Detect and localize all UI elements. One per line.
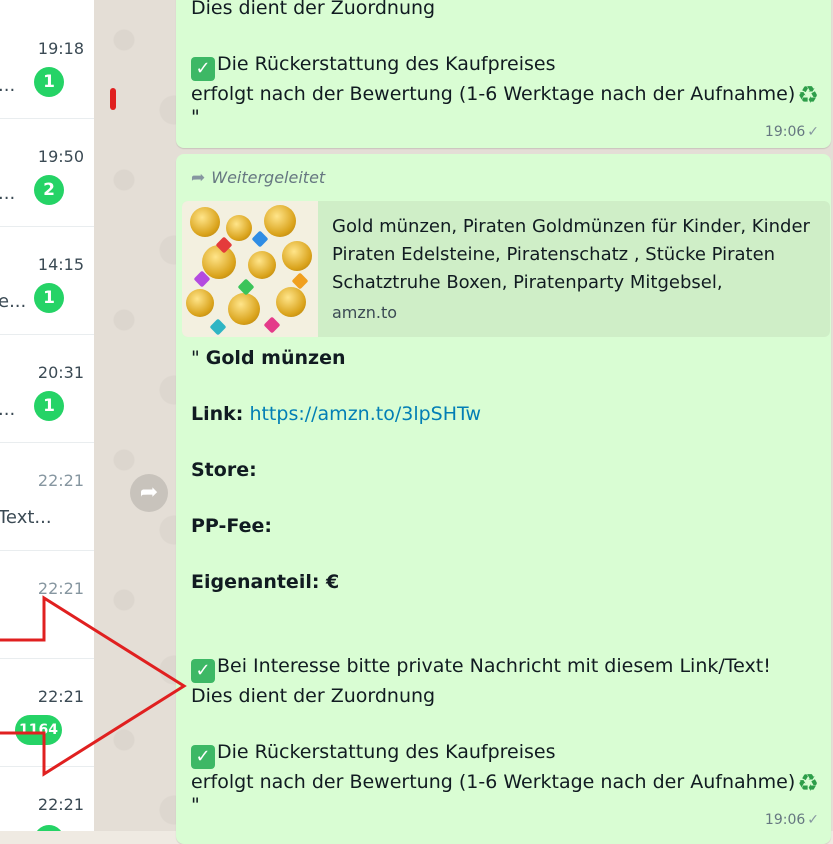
eigenanteil-line: Eigenanteil: € — [191, 571, 340, 593]
message-time: 19:06 — [764, 124, 806, 140]
message-line: Dies dient der Zuordnung — [191, 685, 436, 707]
store-line: Store: — [191, 459, 257, 481]
chat-time: 14:15 — [37, 255, 84, 274]
message-line: ✓ Die Rückerstattung des Kaufpreises — [191, 49, 555, 81]
recycle-icon: ♻ — [797, 769, 819, 797]
chat-time: 19:50 — [37, 147, 84, 166]
annotation-marker — [110, 88, 116, 110]
chat-list-item[interactable]: 22:21 — [0, 551, 94, 659]
chat-list-item[interactable]: 14:15 e... 1 — [0, 227, 94, 335]
message-bubble[interactable]: Dies dient der Zuordnung ✓ Die Rückerstat… — [176, 0, 831, 148]
unread-badge: 1 — [34, 391, 64, 421]
message-line: " — [191, 794, 200, 816]
recycle-icon: ♻ — [797, 81, 819, 109]
chat-time: 22:21 — [37, 795, 84, 814]
forwarded-label: ➦ Weitergeleitet — [191, 168, 326, 188]
chat-list-item[interactable]: 20:31 ... 1 — [0, 335, 94, 443]
chat-time: 19:18 — [37, 39, 84, 58]
forward-button[interactable]: ➦ — [130, 474, 168, 512]
chat-list: 19:18 ... 1 19:50 ... 2 14:15 e... 1 20:… — [0, 0, 94, 831]
unread-badge: 1 — [34, 283, 64, 313]
message-meta: 19:06 ✓ — [765, 124, 819, 140]
chat-snippet: ... — [0, 183, 16, 204]
product-line: " Gold münzen — [191, 347, 346, 369]
message-meta: 19:06 ✓ — [765, 812, 819, 828]
link-line: Link: https://amzn.to/3lpSHTw — [191, 399, 481, 429]
chat-snippet: ... — [0, 399, 16, 420]
chat-time: 22:21 — [37, 687, 84, 706]
preview-host: amzn.to — [332, 303, 398, 322]
chat-time: 20:31 — [37, 363, 84, 382]
preview-title: Gold münzen, Piraten Goldmünzen für Kind… — [332, 216, 810, 293]
chat-list-item[interactable]: 22:21 1164 — [0, 659, 94, 767]
forward-arrow-icon: ➦ — [139, 480, 159, 505]
unread-badge: 2 — [34, 175, 64, 205]
chat-list-item[interactable]: 19:18 ... 1 — [0, 11, 94, 119]
chat-snippet: ... — [0, 75, 16, 96]
single-check-icon: ✓ — [807, 812, 819, 828]
white-check-mark-icon: ✓ — [191, 57, 215, 81]
unread-badge: 1 — [34, 67, 64, 97]
white-check-mark-icon: ✓ — [191, 745, 215, 769]
white-check-mark-icon: ✓ — [191, 659, 215, 683]
product-name: Gold münzen — [205, 347, 346, 369]
chat-snippet: e... — [0, 291, 27, 312]
forward-arrow-icon: ➦ — [191, 168, 206, 188]
chat-snippet: Text... — [0, 507, 52, 528]
preview-image — [182, 201, 318, 337]
chat-list-item[interactable]: 22:21 — [0, 767, 94, 831]
chat-time: 22:21 — [37, 471, 84, 490]
single-check-icon: ✓ — [807, 124, 819, 140]
unread-badge: 1164 — [15, 715, 62, 745]
ppfee-line: PP-Fee: — [191, 515, 272, 537]
message-line: ✓ Die Rückerstattung des Kaufpreises — [191, 737, 555, 769]
chat-list-item[interactable]: 22:21 Text... — [0, 443, 94, 551]
message-line: ✓ Bei Interesse bitte private Nachricht m… — [191, 651, 771, 683]
product-link[interactable]: https://amzn.to/3lpSHTw — [249, 403, 481, 425]
link-label: Link: — [191, 403, 244, 425]
link-preview[interactable]: Gold münzen, Piraten Goldmünzen für Kind… — [182, 201, 830, 337]
chat-list-item[interactable]: 19:50 ... 2 — [0, 119, 94, 227]
unread-badge — [34, 825, 64, 831]
message-bubble-forwarded[interactable]: ➦ Weitergeleitet Gold münzen, Piraten Gol… — [176, 154, 831, 844]
message-time: 19:06 — [764, 812, 806, 828]
chat-time: 22:21 — [37, 579, 84, 598]
message-line: erfolgt nach der Bewertung (1-6 Werktage… — [191, 769, 819, 797]
message-line: erfolgt nach der Bewertung (1-6 Werktage… — [191, 81, 819, 109]
message-line: Dies dient der Zuordnung — [191, 0, 436, 19]
message-line: " — [191, 106, 200, 128]
